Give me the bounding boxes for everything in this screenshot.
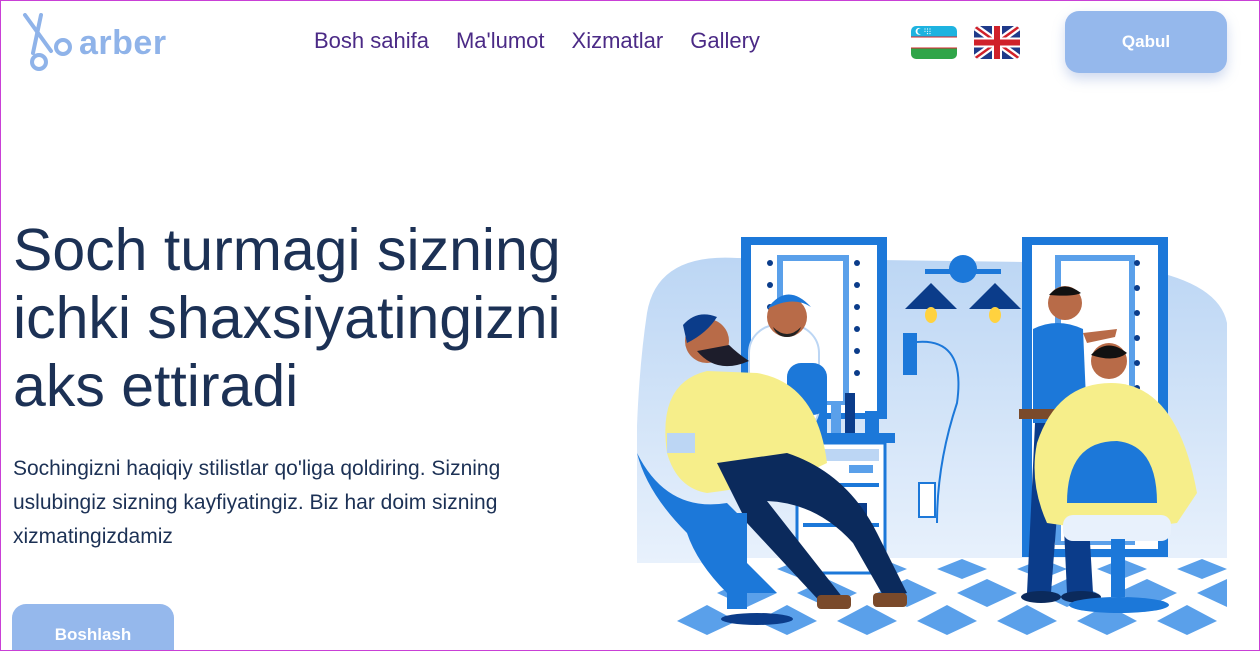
start-button[interactable]: Boshlash xyxy=(12,604,174,650)
page: arber Bosh sahifa Ma'lumot Xizmatlar Gal… xyxy=(0,0,1260,651)
appointment-button[interactable]: Qabul xyxy=(1065,11,1227,73)
nav-link-about[interactable]: Ma'lumot xyxy=(456,28,545,54)
barbershop-illustration xyxy=(637,237,1227,635)
hero-title: Soch turmagi sizning ichki shaxsiyatingi… xyxy=(13,217,561,419)
gb-flag-icon[interactable] xyxy=(974,26,1020,59)
nav-link-home[interactable]: Bosh sahifa xyxy=(314,28,429,54)
uz-flag-icon[interactable] xyxy=(911,26,957,59)
logo-text: arber xyxy=(79,24,167,62)
scissors-icon xyxy=(23,13,72,71)
hero-description: Sochingizni haqiqiy stilistlar qo'liga q… xyxy=(13,457,501,548)
nav-link-gallery[interactable]: Gallery xyxy=(690,28,760,54)
logo[interactable]: arber xyxy=(19,13,167,73)
main-nav: Bosh sahifa Ma'lumot Xizmatlar Gallery xyxy=(314,28,787,54)
nav-link-services[interactable]: Xizmatlar xyxy=(572,28,664,54)
